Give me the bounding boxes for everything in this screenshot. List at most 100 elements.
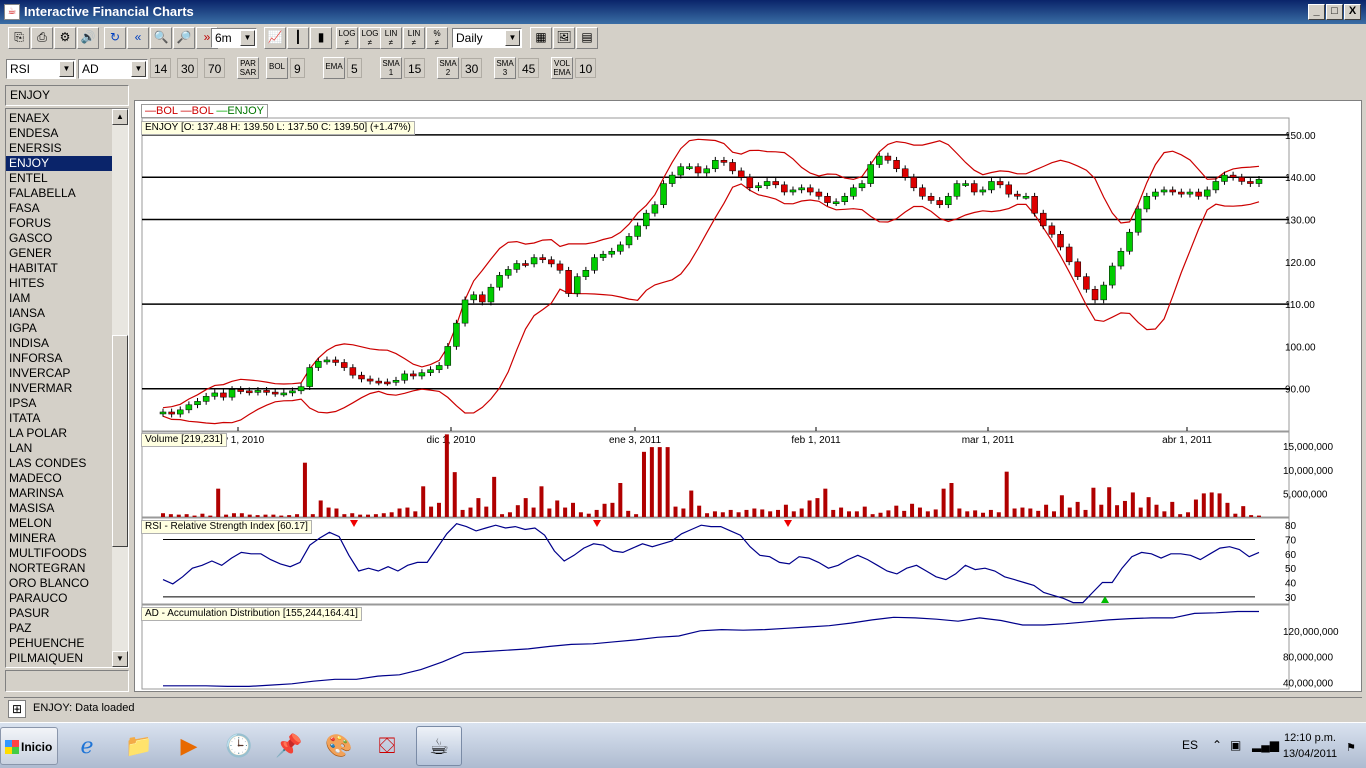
refresh-icon[interactable]: ↻ (104, 27, 126, 49)
symbol-list[interactable]: ENAEX ENDESA ENERSIS ENJOY ENTEL FALABELLA FAS… (5, 108, 129, 668)
interval-select[interactable]: Daily ▼ (452, 28, 522, 48)
symbol-list-item[interactable]: LAN (6, 441, 112, 456)
clock-date[interactable]: 13/04/2011 (1280, 748, 1340, 760)
symbol-list-item[interactable]: FORUS (6, 216, 112, 231)
paint-icon[interactable]: 🎨 (316, 726, 362, 766)
symbol-list-item[interactable]: FASA (6, 201, 112, 216)
symbol-list-item[interactable]: HABITAT (6, 261, 112, 276)
linear-scale-button[interactable]: LIN ≠ (380, 27, 402, 49)
chart-image-icon[interactable]: 🖼 (553, 27, 575, 49)
device-icon[interactable]: ▣ (1230, 738, 1241, 752)
period-select[interactable]: 6m ▼ (211, 28, 257, 48)
clock-app-icon[interactable]: 🕒 (216, 726, 262, 766)
symbol-list-item[interactable]: LA POLAR (6, 426, 112, 441)
zoom-in-icon[interactable]: 🔍 (150, 27, 172, 49)
minimize-button[interactable]: _ (1308, 4, 1325, 20)
symbol-list-item[interactable]: INVERMAR (6, 381, 112, 396)
print-icon[interactable]: ⎙ (31, 27, 53, 49)
ohlc-bar-chart-icon[interactable]: ┃ (287, 27, 309, 49)
media-player-icon[interactable]: ▶ (166, 726, 212, 766)
pushpin-icon[interactable]: 📌 (266, 726, 312, 766)
indicator2-select[interactable]: AD ▼ (78, 59, 148, 79)
symbol-list-scrollbar[interactable]: ▲ ▼ (112, 109, 128, 667)
symbol-list-item[interactable]: ORO BLANCO (6, 576, 112, 591)
rsi-upper-field[interactable]: 70 (204, 58, 226, 78)
symbol-list-item[interactable]: ENTEL (6, 171, 112, 186)
symbol-list-item[interactable]: MULTIFOODS (6, 546, 112, 561)
percent-scale-button[interactable]: % ≠ (426, 27, 448, 49)
chart-area[interactable]: 150.00 140.00 130.00 120.00 110.00 100.00 90.0… (134, 100, 1362, 692)
symbol-list-item[interactable]: MELON (6, 516, 112, 531)
symbol-list-item[interactable]: IAM (6, 291, 112, 306)
symbol-list-item[interactable]: ITATA (6, 411, 112, 426)
symbol-list-item[interactable]: MADECO (6, 471, 112, 486)
settings-gear-icon[interactable]: ⚙ (54, 27, 76, 49)
symbol-list-item[interactable]: MARINSA (6, 486, 112, 501)
scroll-down-icon[interactable]: ▼ (112, 651, 128, 667)
rsi-lower-field[interactable]: 30 (177, 58, 199, 78)
symbol-list-item[interactable]: LAS CONDES (6, 456, 112, 471)
vol-ema-value-field[interactable]: 10 (575, 58, 597, 78)
action-center-icon[interactable]: ⚑ (1346, 741, 1356, 754)
symbol-list-item[interactable]: HITES (6, 276, 112, 291)
indicator1-select[interactable]: RSI ▼ (6, 59, 76, 79)
symbol-list-item[interactable]: PARAUCO (6, 591, 112, 606)
pdf-reader-icon[interactable]: ⛋ (364, 726, 410, 766)
internet-explorer-icon[interactable]: ℯ (64, 726, 110, 766)
symbol-list-item[interactable]: PASUR (6, 606, 112, 621)
sma1-button[interactable]: SMA 1 (380, 57, 402, 79)
ema-button[interactable]: EMA (323, 57, 345, 79)
symbol-list-item[interactable]: ENJOY (6, 156, 112, 171)
symbol-list-item[interactable]: INFORSA (6, 351, 112, 366)
line-chart-icon[interactable]: 📈 (264, 27, 286, 49)
linear-compare-button[interactable]: LIN ≠ (403, 27, 425, 49)
sound-icon[interactable]: 🔊 (77, 27, 99, 49)
symbol-list-item[interactable]: MASISA (6, 501, 112, 516)
symbol-list-item[interactable]: INVERCAP (6, 366, 112, 381)
sma2-button[interactable]: SMA 2 (437, 57, 459, 79)
start-button[interactable]: Inicio (0, 727, 58, 765)
sma3-value-field[interactable]: 45 (518, 58, 540, 78)
scrollbar-thumb[interactable] (112, 335, 128, 547)
network-icon[interactable]: ▂▄▆ (1252, 738, 1279, 752)
bol-button[interactable]: BOL (266, 57, 288, 79)
symbol-list-item[interactable]: PILMAIQUEN (6, 651, 112, 666)
symbol-list-item[interactable]: PAZ (6, 621, 112, 636)
symbol-list-item[interactable]: IPSA (6, 396, 112, 411)
log-compare-button[interactable]: LOG ≠ (359, 27, 381, 49)
maximize-button[interactable]: □ (1326, 4, 1343, 20)
par-sar-button[interactable]: PAR SAR (237, 57, 259, 79)
zoom-out-icon[interactable]: 🔎 (173, 27, 195, 49)
folder-icon[interactable]: 📁 (116, 726, 162, 766)
colors-icon[interactable]: ▦ (530, 27, 552, 49)
symbol-list-item[interactable]: GASCO (6, 231, 112, 246)
chart-canvas[interactable]: 150.00 140.00 130.00 120.00 110.00 100.00 90.0… (135, 101, 1361, 691)
symbol-list-item[interactable]: IANSA (6, 306, 112, 321)
scroll-left-icon[interactable]: « (127, 27, 149, 49)
symbol-list-item[interactable]: ENAEX (6, 111, 112, 126)
symbol-list-item[interactable]: ENDESA (6, 126, 112, 141)
data-table-icon[interactable]: ▤ (576, 27, 598, 49)
symbol-field[interactable]: ENJOY (5, 85, 129, 106)
save-chart-icon[interactable]: ⎘ (8, 27, 30, 49)
scroll-up-icon[interactable]: ▲ (112, 109, 128, 125)
symbol-list-item[interactable]: INDISA (6, 336, 112, 351)
clock-time[interactable]: 12:10 p.m. (1280, 732, 1340, 744)
bol-value-field[interactable]: 9 (290, 58, 305, 78)
candlestick-chart-icon[interactable]: ▮ (310, 27, 332, 49)
symbol-list-item[interactable]: ENERSIS (6, 141, 112, 156)
language-indicator[interactable]: ES (1182, 738, 1198, 752)
rsi-period-field[interactable]: 14 (150, 58, 172, 78)
symbol-list-item[interactable]: NORTEGRAN (6, 561, 112, 576)
sma1-value-field[interactable]: 15 (404, 58, 426, 78)
symbol-list-item[interactable]: IGPA (6, 321, 112, 336)
window-title-bar[interactable]: ☕ Interactive Financial Charts _ □ X (0, 0, 1366, 24)
sma2-value-field[interactable]: 30 (461, 58, 483, 78)
sma3-button[interactable]: SMA 3 (494, 57, 516, 79)
symbol-list-item[interactable]: GENER (6, 246, 112, 261)
symbol-list-item[interactable]: MINERA (6, 531, 112, 546)
show-hidden-icons-icon[interactable]: ⌃ (1212, 738, 1222, 752)
ema-value-field[interactable]: 5 (347, 58, 362, 78)
symbol-list-item[interactable]: FALABELLA (6, 186, 112, 201)
vol-ema-button[interactable]: VOL EMA (551, 57, 573, 79)
